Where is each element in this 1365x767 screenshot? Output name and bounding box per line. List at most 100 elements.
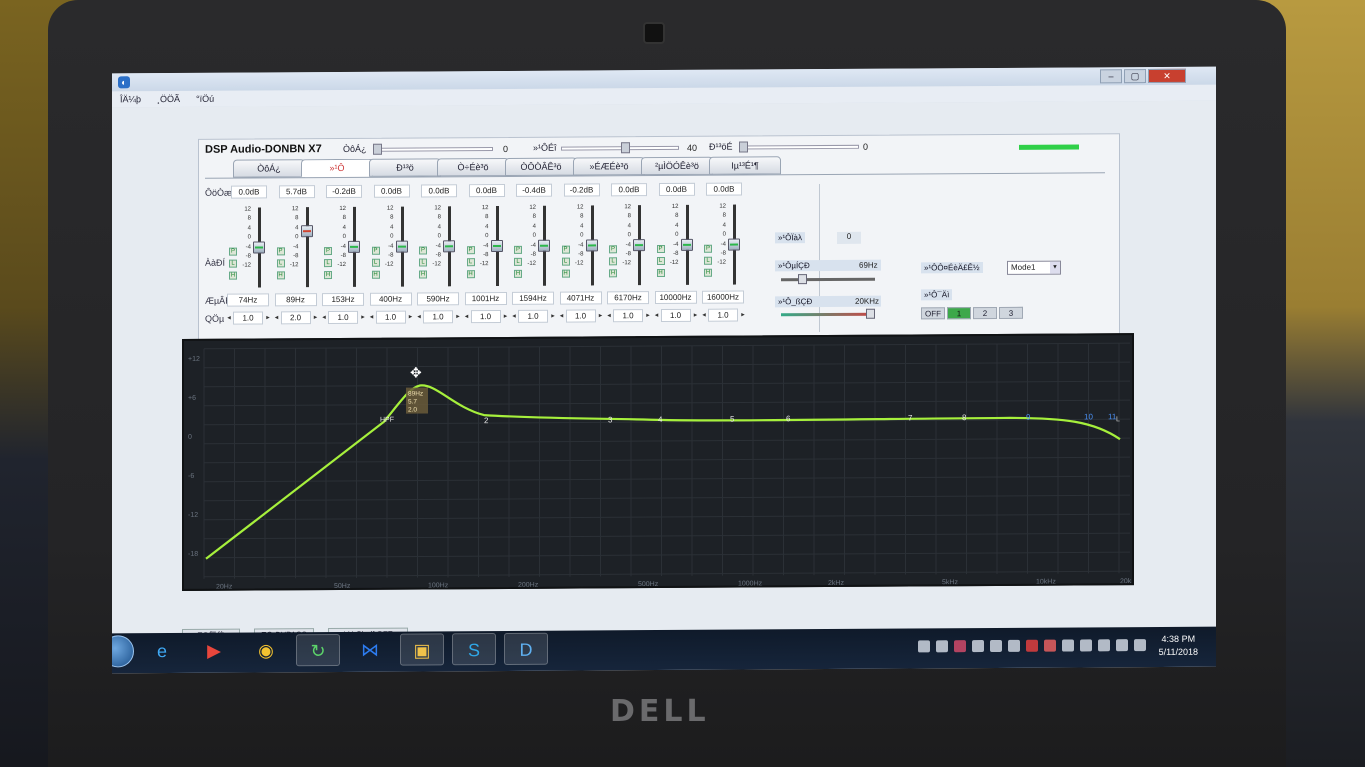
q-decrement-arrow[interactable]: ◂ [463, 310, 471, 323]
band-gain-value[interactable]: 0.0dB [231, 185, 267, 199]
menu-item-help[interactable]: °ïÖú [196, 94, 214, 104]
band-type-checkbox[interactable]: L [324, 259, 332, 268]
band-gain-value[interactable]: 0.0dB [611, 183, 647, 197]
tray-icon[interactable] [1008, 639, 1020, 652]
band-q-value[interactable]: 1.0 [423, 310, 453, 324]
band-type-checkbox[interactable]: H [371, 270, 380, 279]
band-type-checkbox[interactable]: P [656, 244, 665, 254]
tab[interactable]: »¹Ô­ [301, 158, 373, 178]
band-slider-thumb[interactable] [490, 239, 503, 253]
band-q-value[interactable]: 1.0 [328, 310, 358, 325]
band-slider-thumb[interactable] [253, 241, 265, 254]
band-freq-value[interactable]: 10000Hz [654, 290, 697, 305]
band-gain-value[interactable]: -0.2dB [326, 184, 362, 199]
band-freq-value[interactable]: 1001Hz [464, 291, 507, 306]
q-decrement-arrow[interactable]: ◂ [700, 309, 708, 322]
tray-icon[interactable] [1062, 639, 1074, 652]
band-type-checkbox[interactable]: P [276, 247, 285, 256]
band-q-value[interactable]: 1.0 [708, 308, 738, 322]
tray-icon[interactable] [1116, 639, 1128, 652]
band-type-checkbox[interactable]: P [466, 246, 475, 255]
band-gain-value[interactable]: 0.0dB [373, 184, 410, 198]
start-button[interactable] [112, 635, 134, 668]
band-type-checkbox[interactable]: L [276, 259, 285, 268]
chrome-icon[interactable]: ◉ [244, 634, 288, 666]
band-type-checkbox[interactable]: H [419, 270, 427, 279]
q-decrement-arrow[interactable]: ◂ [605, 309, 613, 322]
top-slider-thumb[interactable] [373, 143, 382, 155]
band-slider-thumb[interactable] [728, 238, 740, 251]
lpf-slider-thumb[interactable] [866, 308, 875, 319]
band-slider-track[interactable] [305, 207, 309, 288]
band-freq-value[interactable]: 74Hz [227, 293, 269, 307]
maximize-button[interactable]: ▢ [1124, 69, 1146, 84]
phase-value[interactable]: 0 [837, 231, 861, 244]
media-player-icon[interactable]: ▶ [192, 635, 236, 667]
tab[interactable]: »ÉÆÉè³ö [573, 157, 645, 176]
q-increment-arrow[interactable]: ▸ [454, 310, 462, 323]
band-slider-thumb[interactable] [395, 240, 408, 253]
band-type-checkbox[interactable]: P [609, 245, 617, 254]
network-icon[interactable] [1098, 639, 1110, 652]
band-slider-thumb[interactable] [680, 238, 693, 251]
band-type-checkbox[interactable]: L [371, 258, 380, 267]
link-button[interactable]: 3 [999, 306, 1023, 319]
ie-icon[interactable]: e [140, 635, 184, 667]
band-slider-thumb[interactable] [585, 239, 598, 252]
band-q-value[interactable]: 1.0 [613, 309, 643, 323]
band-gain-value[interactable]: -0.4dB [516, 183, 552, 197]
band-type-checkbox[interactable]: L [656, 256, 665, 266]
band-q-value[interactable]: 1.0 [660, 308, 691, 323]
tray-icon[interactable] [918, 640, 930, 653]
band-type-checkbox[interactable]: H [561, 269, 570, 278]
lpf-slider-track[interactable] [781, 312, 875, 317]
hpf-slider-track[interactable] [781, 277, 875, 282]
dsp-app-icon[interactable]: D [504, 632, 548, 665]
link-button[interactable]: 1 [947, 307, 971, 320]
band-type-checkbox[interactable]: P [704, 244, 712, 253]
band-type-checkbox[interactable]: L [561, 257, 570, 266]
band-gain-value[interactable]: 0.0dB [706, 182, 742, 196]
q-decrement-arrow[interactable]: ◂ [415, 310, 423, 323]
tab[interactable]: ²­µÌÖÓÊè³ö [641, 156, 713, 176]
q-increment-arrow[interactable]: ▸ [502, 310, 510, 323]
q-decrement-arrow[interactable]: ◂ [273, 311, 281, 324]
tab[interactable]: Ð¹³ö [369, 158, 441, 177]
band-q-value[interactable]: 1.0 [518, 309, 548, 323]
tray-icon[interactable] [972, 640, 984, 653]
band-gain-value[interactable]: 0.0dB [468, 183, 505, 198]
q-decrement-arrow[interactable]: ◂ [225, 312, 233, 325]
menu-item-file[interactable]: ÎÄ¼þ [120, 94, 141, 104]
band-freq-value[interactable]: 6170Hz [607, 291, 649, 305]
band-type-checkbox[interactable]: H [656, 268, 665, 278]
band-q-value[interactable]: 1.0 [233, 311, 263, 325]
flag-icon[interactable] [1134, 639, 1146, 652]
band-type-checkbox[interactable]: P [514, 245, 522, 254]
tab[interactable]: Iµ¹³É¹¶ [709, 156, 781, 175]
q-increment-arrow[interactable]: ▸ [312, 311, 320, 324]
q-decrement-arrow[interactable]: ◂ [558, 310, 566, 323]
band-type-checkbox[interactable]: P [371, 246, 380, 255]
band-type-checkbox[interactable]: H [609, 269, 617, 278]
close-button[interactable]: ✕ [1148, 68, 1186, 84]
band-type-checkbox[interactable]: L [514, 257, 522, 266]
link-button[interactable]: 2 [973, 306, 997, 320]
tab[interactable]: ÒÔÒÂÊ³ö [505, 157, 577, 176]
band-type-checkbox[interactable]: L [609, 257, 617, 266]
band-freq-value[interactable]: 153Hz [322, 292, 364, 307]
band-gain-value[interactable]: 0.0dB [421, 184, 457, 198]
band-type-checkbox[interactable]: H [229, 271, 237, 280]
band-type-checkbox[interactable]: H [514, 269, 522, 278]
band-freq-value[interactable]: 400Hz [369, 292, 412, 306]
eq-response-graph[interactable]: 20Hz 50Hz 100Hz 200Hz 500Hz 1000Hz 2kHz 5kHz 10k… [182, 333, 1134, 591]
clock[interactable]: 4:38 PM 5/11/2018 [1159, 633, 1198, 659]
tab[interactable]: ÒôÁ¿ [233, 159, 305, 178]
tray-icon[interactable] [1044, 639, 1056, 652]
band-type-checkbox[interactable]: L [419, 258, 427, 267]
band-q-value[interactable]: 2.0 [280, 311, 311, 325]
tray-icon[interactable] [1026, 639, 1038, 652]
skype-icon[interactable]: S [452, 633, 496, 666]
band-type-checkbox[interactable]: H [324, 271, 332, 280]
top-slider-thumb[interactable] [620, 142, 630, 154]
band-q-value[interactable]: 1.0 [470, 309, 501, 324]
